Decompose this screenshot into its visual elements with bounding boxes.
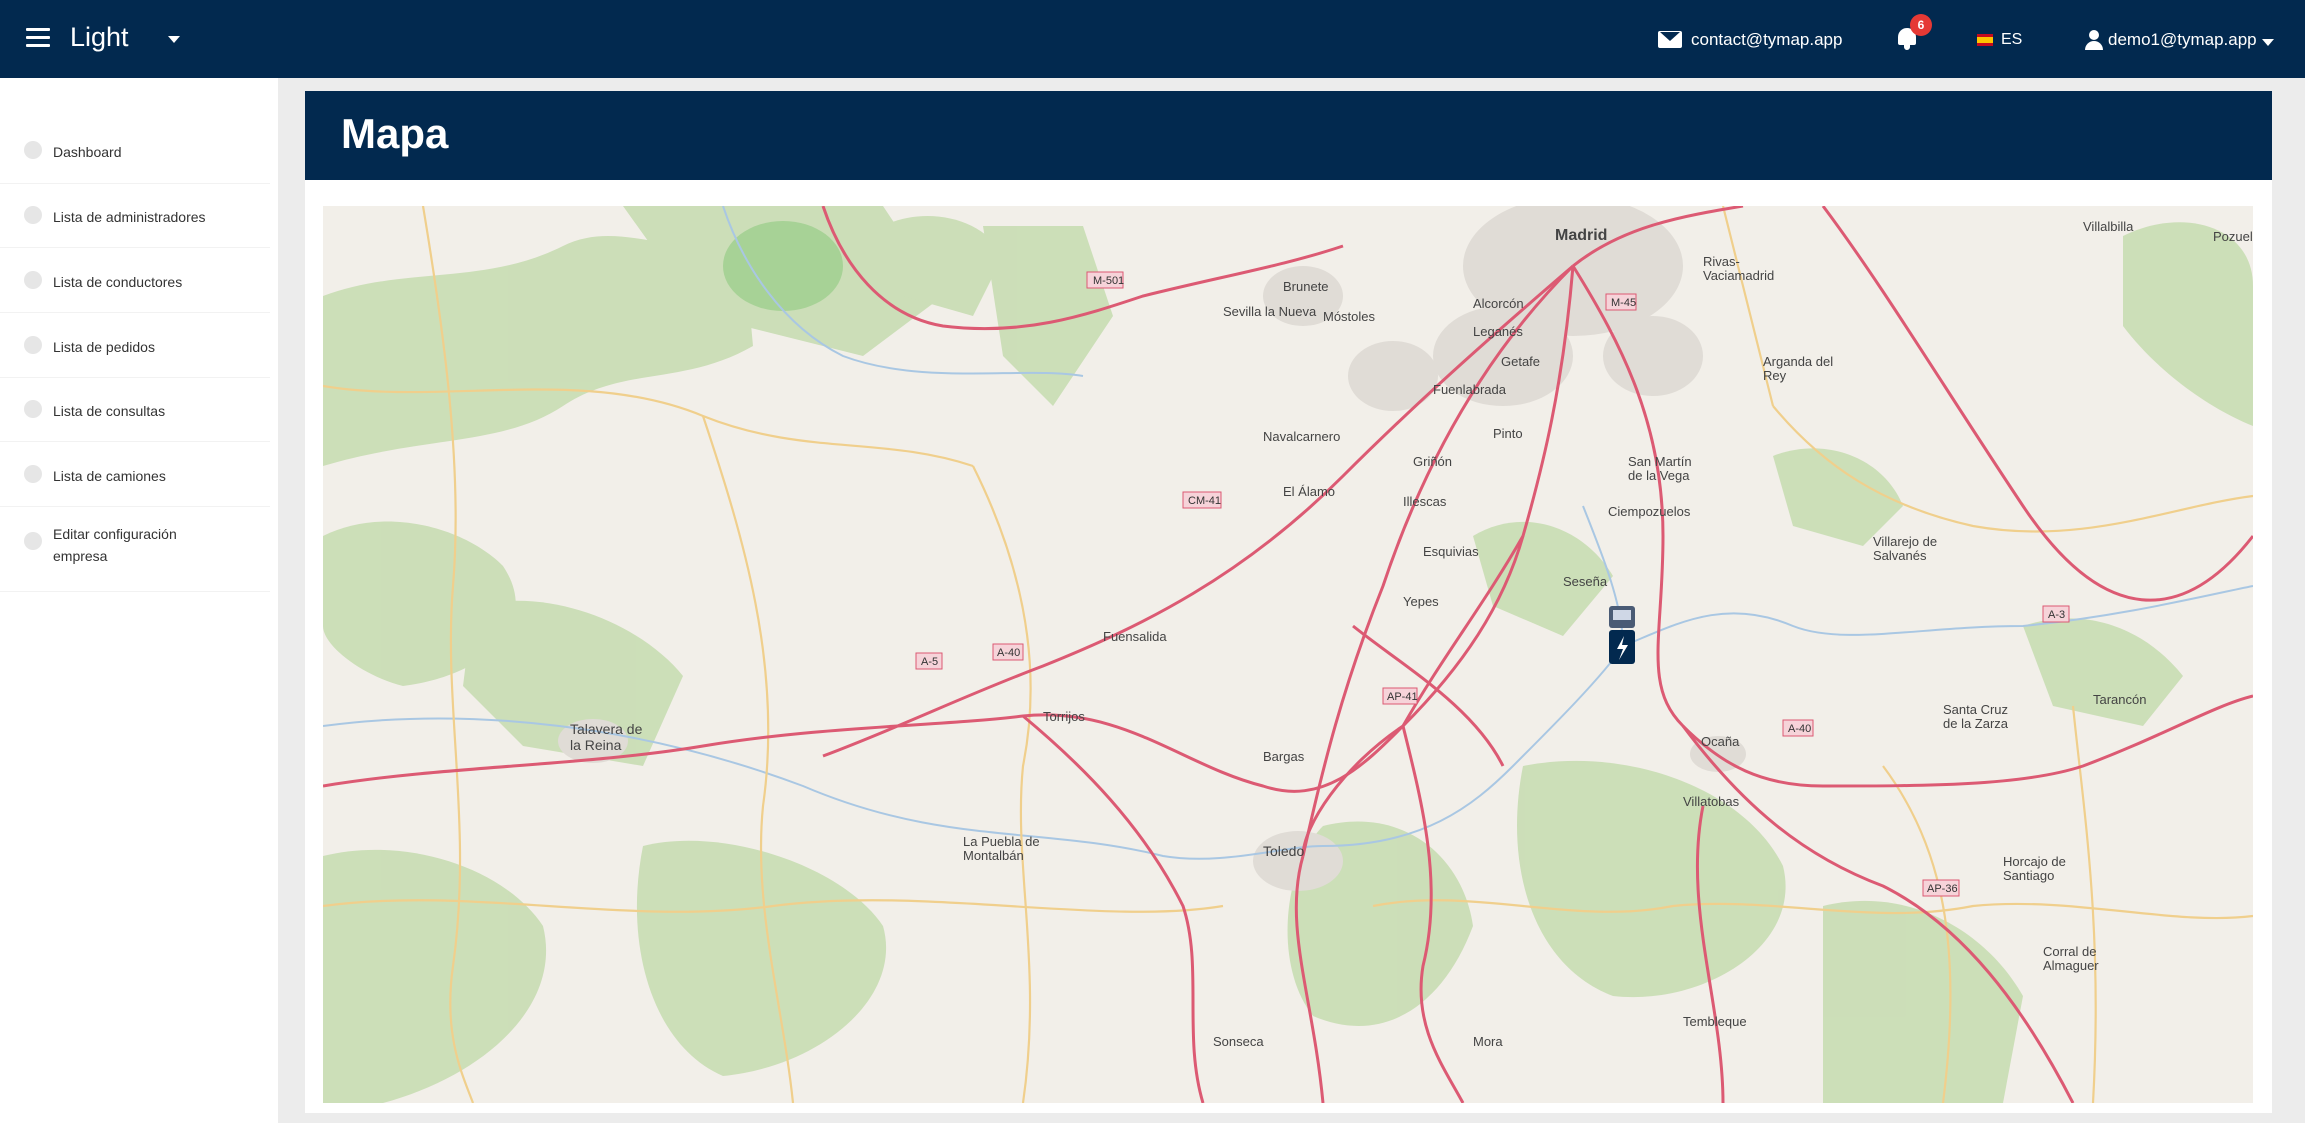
svg-text:Yepes: Yepes [1403,594,1439,609]
chevron-down-icon[interactable] [168,36,180,43]
svg-text:Ocaña: Ocaña [1701,734,1740,749]
svg-text:A-40: A-40 [997,647,1020,659]
svg-text:Alcorcón: Alcorcón [1473,296,1524,311]
svg-text:Corral de: Corral de [2043,944,2096,959]
svg-text:Griñón: Griñón [1413,454,1452,469]
sidebar: Dashboard Lista de administradores Lista… [0,78,278,1123]
contact-email-link[interactable]: contact@tymap.app [1691,30,1842,50]
svg-text:la Reina: la Reina [570,737,622,753]
svg-text:Torrijos: Torrijos [1043,709,1085,724]
dashboard-icon [24,141,42,159]
svg-text:Brunete: Brunete [1283,279,1329,294]
sidebar-item-label: Lista de consultas [53,403,166,419]
mail-icon[interactable] [1658,31,1682,48]
sidebar-item-admins[interactable]: Lista de administradores [0,184,270,248]
drivers-icon [24,271,42,289]
sidebar-item-dashboard[interactable]: Dashboard [0,120,270,184]
svg-text:Villatobas: Villatobas [1683,794,1740,809]
svg-text:Seseña: Seseña [1563,574,1608,589]
svg-text:Illescas: Illescas [1403,494,1447,509]
sidebar-item-drivers[interactable]: Lista de conductores [0,249,270,313]
svg-text:AP-36: AP-36 [1927,883,1958,895]
page-title: Mapa [341,110,449,157]
truck-icon[interactable] [1609,606,1635,664]
svg-text:Horcajo de: Horcajo de [2003,854,2066,869]
svg-text:Tarancón: Tarancón [2093,692,2146,707]
sidebar-item-label: Lista de conductores [53,274,183,290]
orders-icon [24,336,42,354]
sidebar-item-label: Dashboard [53,144,122,160]
sidebar-item-trucks[interactable]: Lista de camiones [0,443,270,507]
svg-text:Montalbán: Montalbán [963,848,1024,863]
svg-text:Talavera de: Talavera de [570,721,643,737]
svg-text:A-5: A-5 [921,656,938,668]
notification-badge: 6 [1910,14,1932,36]
map-canvas[interactable]: Madrid Móstoles Alcorcón Leganés Getafe … [323,206,2253,1103]
map-vegetation [323,206,2253,1103]
svg-text:de la Vega: de la Vega [1628,468,1690,483]
svg-text:Leganés: Leganés [1473,324,1523,339]
svg-text:Tembleque: Tembleque [1683,1014,1747,1029]
sidebar-item-label: Lista de camiones [53,468,166,484]
svg-text:Villarejo de: Villarejo de [1873,534,1937,549]
user-icon[interactable] [2084,30,2104,50]
svg-text:Pozuelo: Pozuelo [2213,229,2253,244]
svg-text:Toledo: Toledo [1263,843,1304,859]
svg-text:Rivas-: Rivas- [1703,254,1740,269]
svg-text:Vaciamadrid: Vaciamadrid [1703,268,1774,283]
svg-text:Mora: Mora [1473,1034,1503,1049]
sidebar-item-orders[interactable]: Lista de pedidos [0,314,270,378]
svg-text:Salvanés: Salvanés [1873,548,1927,563]
sidebar-item-label: Editar configuración empresa [53,526,177,564]
sidebar-item-queries[interactable]: Lista de consultas [0,378,270,442]
queries-icon [24,400,42,418]
svg-text:San Martín: San Martín [1628,454,1692,469]
sidebar-item-label: Lista de administradores [53,209,206,225]
svg-text:Arganda del: Arganda del [1763,354,1833,369]
svg-text:Navalcarnero: Navalcarnero [1263,429,1340,444]
svg-text:Esquivias: Esquivias [1423,544,1479,559]
svg-text:Bargas: Bargas [1263,749,1305,764]
menu-icon[interactable] [26,28,50,48]
svg-text:Sonseca: Sonseca [1213,1034,1264,1049]
spain-flag-icon[interactable] [1977,34,1993,46]
svg-text:Getafe: Getafe [1501,354,1540,369]
svg-text:Fuensalida: Fuensalida [1103,629,1167,644]
svg-text:Santa Cruz: Santa Cruz [1943,702,2008,717]
svg-text:Madrid: Madrid [1555,227,1607,244]
page-header [305,91,2272,180]
top-navbar: Light contact@tymap.app 6 ES demo1@tymap… [0,0,2305,78]
map-view[interactable]: Madrid Móstoles Alcorcón Leganés Getafe … [323,206,2253,1103]
trucks-icon [24,465,42,483]
admins-icon [24,206,42,224]
chevron-down-icon[interactable] [2262,39,2274,46]
sidebar-item-settings[interactable]: Editar configuración empresa [0,508,270,592]
svg-text:Pinto: Pinto [1493,426,1523,441]
svg-text:M-45: M-45 [1611,297,1636,309]
sidebar-item-label: Lista de pedidos [53,339,155,355]
user-menu[interactable]: demo1@tymap.app [2108,30,2257,50]
svg-text:A-40: A-40 [1788,723,1811,735]
svg-text:de la Zarza: de la Zarza [1943,716,2009,731]
svg-text:Rey: Rey [1763,368,1787,383]
svg-text:A-3: A-3 [2048,609,2065,621]
svg-text:Móstoles: Móstoles [1323,309,1376,324]
svg-text:Sevilla la Nueva: Sevilla la Nueva [1223,304,1317,319]
brand-name[interactable]: Light [70,22,129,53]
settings-icon [24,532,42,550]
svg-text:El Álamo: El Álamo [1283,484,1335,499]
svg-text:Santiago: Santiago [2003,868,2054,883]
svg-text:Villalbilla: Villalbilla [2083,219,2134,234]
svg-text:La Puebla de: La Puebla de [963,834,1040,849]
svg-text:AP-41: AP-41 [1387,691,1418,703]
svg-text:Fuenlabrada: Fuenlabrada [1433,382,1507,397]
svg-text:Ciempozuelos: Ciempozuelos [1608,504,1691,519]
svg-text:Almaguer: Almaguer [2043,958,2099,973]
language-selector[interactable]: ES [2001,31,2022,49]
svg-text:M-501: M-501 [1093,275,1124,287]
svg-text:CM-41: CM-41 [1188,495,1221,507]
